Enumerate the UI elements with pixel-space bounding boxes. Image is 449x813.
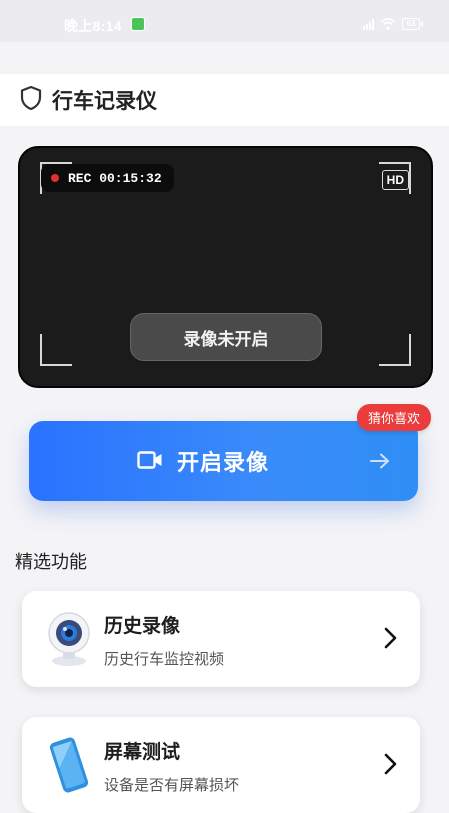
rec-dot-icon [51,174,59,182]
viewfinder-corner-bottom-left [40,334,72,366]
recording-status-overlay: 录像未开启 [130,313,322,361]
recommend-badge: 猜你喜欢 [357,404,431,431]
signal-icon [363,18,374,30]
shield-icon [20,85,42,111]
feature-subtitle: 历史行车监控视频 [104,650,225,668]
hd-badge: HD [381,170,409,190]
camera-preview: REC 00:15:32 HD 录像未开启 [18,146,433,388]
feature-card-screen-test[interactable]: 屏幕测试 设备是否有屏幕损坏 [22,717,420,813]
status-bar: 晚上8:14 63 [0,0,449,42]
rec-timer: REC 00:15:32 [68,170,162,186]
app-header: 行车记录仪 [0,74,449,126]
viewfinder-corner-bottom-right [379,334,411,366]
video-camera-icon [137,451,162,469]
status-indicators: 63 [363,18,423,30]
page-title: 行车记录仪 [52,89,157,113]
wifi-icon [380,18,396,30]
status-time: 晚上8:14 [64,18,122,34]
start-recording-label: 开启录像 [177,451,270,476]
battery-icon: 63 [402,18,420,30]
phone-icon [49,737,89,793]
start-recording-button[interactable]: 开启录像 [29,421,418,501]
feature-subtitle: 设备是否有屏幕损坏 [104,776,240,794]
section-title: 精选功能 [15,552,87,573]
chevron-right-icon [384,753,397,775]
webcam-icon [48,612,90,666]
chevron-right-icon [384,627,397,649]
feature-card-history[interactable]: 历史录像 历史行车监控视频 [22,591,420,687]
feature-title: 屏幕测试 [104,741,181,763]
battery-tip [421,22,423,26]
app-notification-icon [131,17,145,31]
feature-title: 历史录像 [104,615,181,637]
arrow-right-icon [370,453,389,469]
rec-indicator: REC 00:15:32 [41,164,174,192]
